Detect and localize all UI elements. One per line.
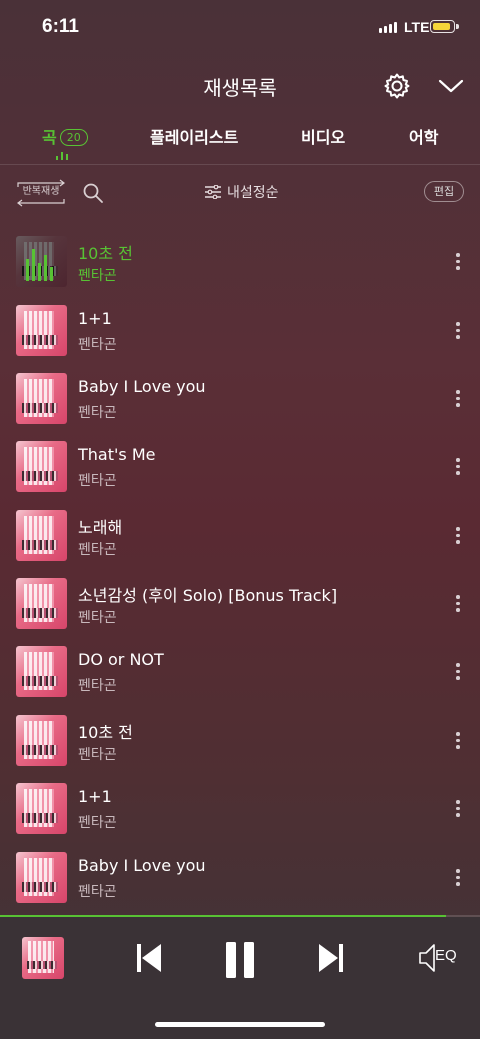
album-art xyxy=(16,578,67,629)
network-label: LTE xyxy=(404,19,430,35)
sort-label: 내설정순 xyxy=(227,185,279,201)
previous-icon[interactable] xyxy=(134,941,164,975)
more-icon[interactable] xyxy=(456,732,460,750)
more-icon[interactable] xyxy=(456,253,460,271)
song-count-badge: 20 xyxy=(59,129,88,146)
song-row[interactable]: 10초 전 펜타곤 xyxy=(0,228,480,296)
eq-button[interactable]: EQ xyxy=(418,942,462,974)
song-row[interactable]: 노래해 펜타곤 xyxy=(0,502,480,570)
repeat-label: 반복재생 xyxy=(22,186,60,197)
now-playing-icon xyxy=(16,236,67,287)
song-artist: 펜타곤 xyxy=(78,542,117,558)
home-indicator[interactable] xyxy=(155,1022,325,1027)
song-artist: 펜타곤 xyxy=(78,815,117,831)
edit-button[interactable]: 편집 xyxy=(424,181,464,202)
chevron-down-icon[interactable] xyxy=(437,74,465,98)
tab-songs-label: 곡 xyxy=(42,128,57,147)
song-artist: 펜타곤 xyxy=(78,337,117,353)
search-icon[interactable] xyxy=(82,182,104,204)
battery-icon xyxy=(430,20,459,33)
song-title: That's Me xyxy=(78,445,156,464)
song-row[interactable]: 1+1 펜타곤 xyxy=(0,775,480,843)
more-icon[interactable] xyxy=(456,322,460,340)
song-artist: 펜타곤 xyxy=(78,884,117,900)
pause-icon[interactable] xyxy=(224,941,258,979)
song-title: 10초 전 xyxy=(78,723,133,742)
gear-icon[interactable] xyxy=(383,72,411,100)
tab-bar: 곡 20 플레이리스트 비디오 어학 xyxy=(0,116,480,164)
tab-playlists[interactable]: 플레이리스트 xyxy=(150,124,238,148)
tab-songs[interactable]: 곡 20 xyxy=(42,124,88,148)
repeat-button[interactable]: 반복재생 xyxy=(16,178,66,208)
next-icon[interactable] xyxy=(316,941,346,975)
song-title: 1+1 xyxy=(78,309,112,328)
album-art xyxy=(16,305,67,356)
playing-indicator-icon xyxy=(56,152,68,160)
song-row[interactable]: That's Me 펜타곤 xyxy=(0,433,480,501)
more-icon[interactable] xyxy=(456,663,460,681)
mini-player: EQ xyxy=(0,917,480,1039)
song-artist: 펜타곤 xyxy=(78,747,117,763)
tab-language[interactable]: 어학 xyxy=(409,124,438,148)
more-icon[interactable] xyxy=(456,595,460,613)
album-art xyxy=(16,715,67,766)
song-row[interactable]: 10초 전 펜타곤 xyxy=(0,707,480,775)
album-art xyxy=(16,510,67,561)
album-art xyxy=(16,646,67,697)
album-art xyxy=(16,783,67,834)
header: 재생목록 xyxy=(0,56,480,116)
song-title: Baby I Love you xyxy=(78,856,206,875)
now-playing-album-art[interactable] xyxy=(22,937,64,979)
sort-button[interactable]: 내설정순 xyxy=(205,182,279,202)
song-title: 소년감성 (후이 Solo) [Bonus Track] xyxy=(78,586,338,605)
song-artist: 펜타곤 xyxy=(78,268,117,284)
album-art xyxy=(16,852,67,903)
song-artist: 펜타곤 xyxy=(78,678,117,694)
song-title: Baby I Love you xyxy=(78,377,206,396)
song-artist: 펜타곤 xyxy=(78,610,117,626)
song-row[interactable]: Baby I Love you 펜타곤 xyxy=(0,844,480,912)
song-artist: 펜타곤 xyxy=(78,405,117,421)
more-icon[interactable] xyxy=(456,869,460,887)
album-art xyxy=(16,373,67,424)
more-icon[interactable] xyxy=(456,527,460,545)
album-art xyxy=(16,441,67,492)
song-title: DO or NOT xyxy=(78,650,164,669)
sort-icon xyxy=(205,185,221,199)
song-row[interactable]: 소년감성 (후이 Solo) [Bonus Track] 펜타곤 xyxy=(0,570,480,638)
signal-icon xyxy=(379,22,397,33)
eq-label: EQ xyxy=(435,947,457,964)
song-title: 노래해 xyxy=(78,518,123,537)
song-row[interactable]: Baby I Love you 펜타곤 xyxy=(0,365,480,433)
song-row[interactable]: 1+1 펜타곤 xyxy=(0,297,480,365)
more-icon[interactable] xyxy=(456,458,460,476)
song-title: 1+1 xyxy=(78,787,112,806)
song-title: 10초 전 xyxy=(78,244,133,263)
toolbar: 반복재생 내설정순 편집 xyxy=(0,165,480,220)
status-time: 6:11 xyxy=(42,16,79,37)
more-icon[interactable] xyxy=(456,800,460,818)
status-bar: 6:11 LTE xyxy=(0,0,480,56)
more-icon[interactable] xyxy=(456,390,460,408)
song-artist: 펜타곤 xyxy=(78,473,117,489)
song-row[interactable]: DO or NOT 펜타곤 xyxy=(0,638,480,706)
tab-videos[interactable]: 비디오 xyxy=(301,124,345,148)
